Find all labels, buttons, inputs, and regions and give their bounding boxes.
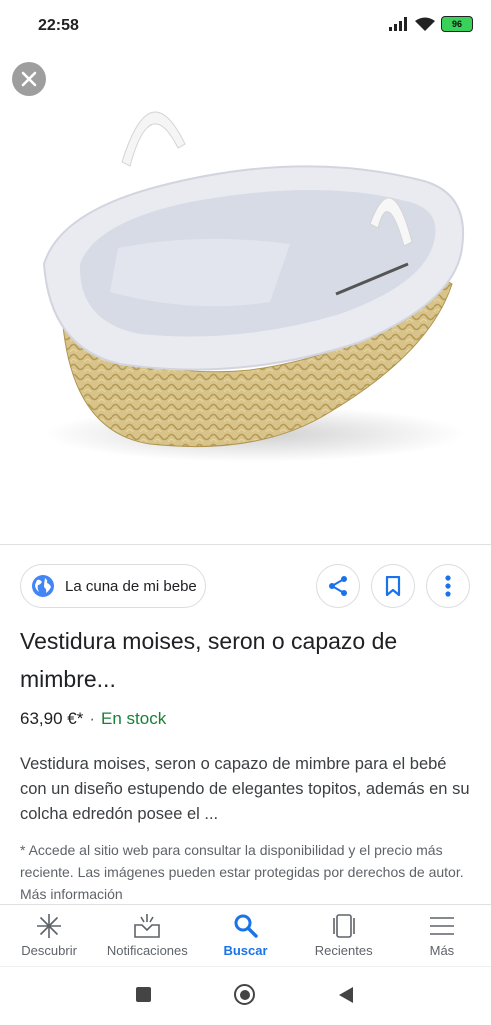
nav-label: Descubrir [21, 943, 77, 958]
price-row: 63,90 €* · En stock [20, 709, 166, 729]
nav-label: Buscar [223, 943, 268, 958]
nav-label: Recientes [314, 943, 373, 958]
nav-search[interactable]: Buscar [196, 905, 294, 967]
moses-basket-image [42, 111, 465, 462]
nav-label: Más [429, 943, 455, 958]
back-system-button[interactable] [338, 986, 354, 1004]
home-dot [239, 989, 250, 1000]
source-chip[interactable]: La cuna de mi bebe [20, 564, 206, 608]
more-vert-icon [445, 575, 451, 597]
close-icon [21, 71, 37, 87]
separator: · [89, 709, 96, 728]
home-system-button[interactable] [234, 984, 255, 1005]
save-button[interactable] [371, 564, 415, 608]
system-navigation-bar [0, 966, 491, 1025]
inbox-icon [134, 914, 161, 938]
bookmark-icon [385, 576, 401, 596]
nav-notifications[interactable]: Notificaciones [98, 905, 196, 967]
share-button[interactable] [316, 564, 360, 608]
product-title[interactable]: Vestidura moises, seron o capazo de mimb… [20, 622, 470, 698]
search-icon [234, 914, 258, 938]
close-button[interactable] [12, 62, 46, 96]
disclaimer-note: * Accede al sitio web para consultar la … [20, 842, 464, 902]
nav-discover[interactable]: Descubrir [0, 905, 98, 967]
nav-more[interactable]: Más [393, 905, 491, 967]
product-image[interactable] [0, 52, 491, 544]
globe-icon [32, 575, 54, 597]
product-description: Vestidura moises, seron o capazo de mimb… [20, 755, 470, 823]
bottom-navigation: Descubrir Notificaciones Buscar Reciente… [0, 904, 491, 967]
battery-level: 96 [451, 19, 462, 29]
asterisk-icon [37, 914, 62, 938]
source-name: La cuna de mi bebe [65, 577, 197, 595]
status-icons: 96 [389, 16, 473, 32]
recents-system-button[interactable] [136, 987, 151, 1002]
menu-icon [429, 917, 454, 935]
price: 63,90 €* [20, 709, 84, 728]
status-time: 22:58 [38, 17, 79, 34]
nav-recent[interactable]: Recientes [295, 905, 393, 967]
nav-label: Notificaciones [106, 943, 188, 958]
wifi-icon [415, 17, 435, 31]
divider [0, 544, 491, 545]
stock-status: En stock [101, 709, 167, 728]
more-options-button[interactable] [426, 564, 470, 608]
battery-icon: 96 [441, 16, 473, 32]
status-bar: 22:58 96 [0, 0, 491, 52]
tabs-icon [332, 914, 355, 938]
share-icon [329, 576, 347, 596]
signal-icon [389, 17, 407, 31]
